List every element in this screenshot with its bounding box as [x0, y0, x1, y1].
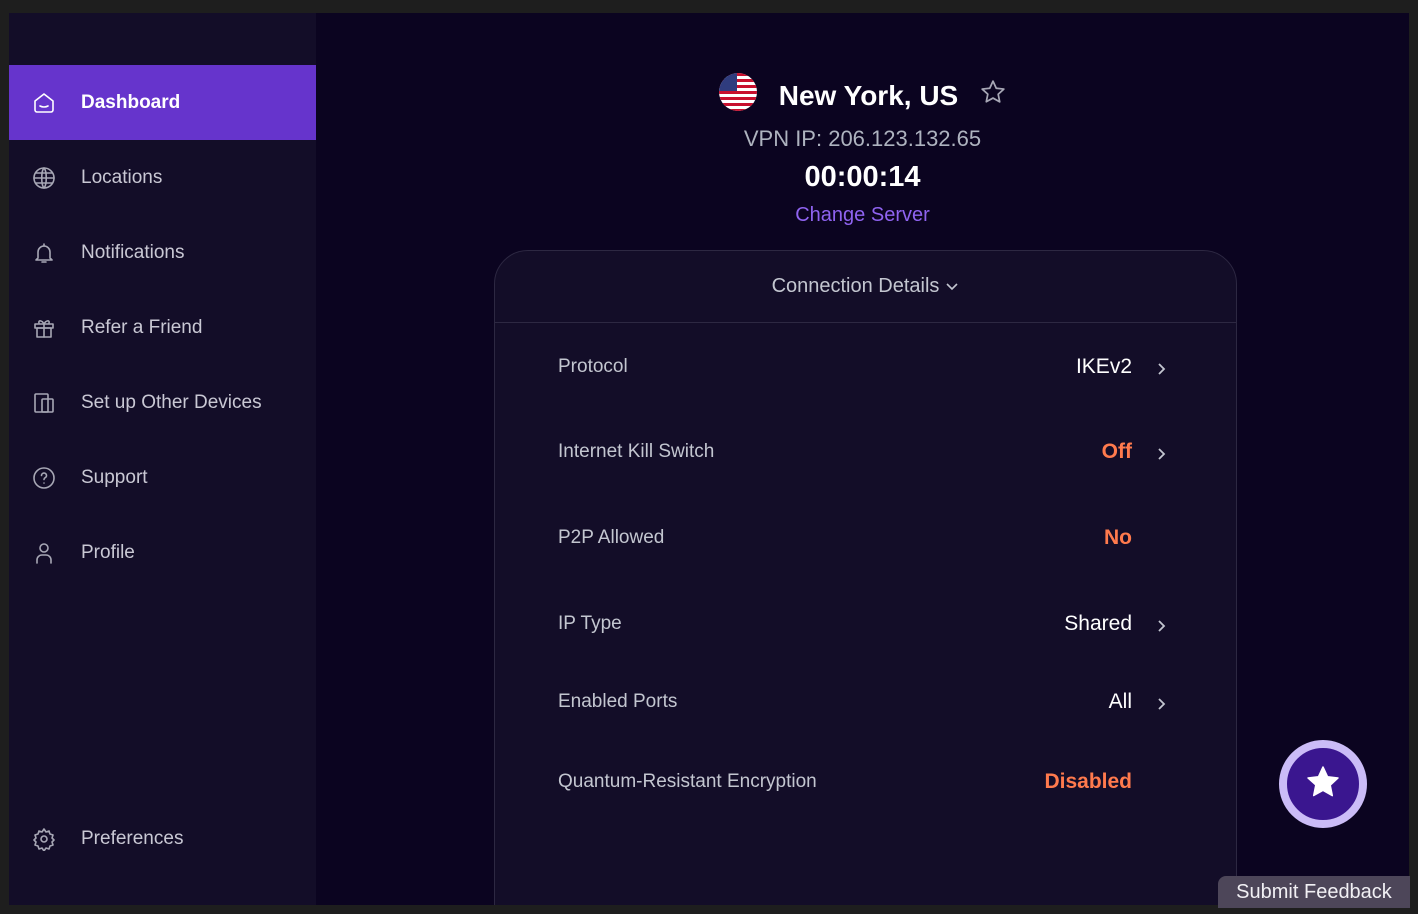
sidebar-item-locations[interactable]: Locations — [9, 140, 316, 215]
detail-value: All — [1108, 690, 1132, 713]
globe-icon — [31, 165, 57, 191]
star-icon — [1305, 764, 1341, 805]
detail-value: Off — [1101, 440, 1132, 463]
connection-details-toggle[interactable]: Connection Details — [495, 251, 1236, 323]
vpn-ip: VPN IP: 206.123.132.65 — [743, 126, 982, 151]
connection-details-title: Connection Details — [771, 275, 940, 297]
detail-label: P2P Allowed — [558, 527, 665, 548]
detail-value: Disabled — [1044, 770, 1132, 793]
detail-label: Enabled Ports — [558, 691, 678, 712]
devices-icon — [31, 390, 57, 416]
chevron-right-icon[interactable] — [1156, 360, 1168, 375]
detail-row-p2p-allowed: P2P Allowed No — [558, 526, 1168, 550]
detail-label: Quantum-Resistant Encryption — [558, 771, 817, 792]
detail-label: Internet Kill Switch — [558, 441, 715, 462]
user-icon — [31, 540, 57, 566]
rate-app-button[interactable] — [1279, 740, 1367, 828]
chevron-right-icon[interactable] — [1156, 617, 1168, 632]
detail-row-internet-kill-switch[interactable]: Internet Kill Switch Off — [558, 440, 1168, 464]
gear-icon — [31, 826, 57, 852]
sidebar-item-label: Locations — [81, 166, 163, 188]
submit-feedback-button[interactable]: Submit Feedback — [1218, 876, 1410, 908]
sidebar-item-label: Notifications — [81, 241, 185, 263]
sidebar: Dashboard Locations Notifications Refer … — [9, 13, 316, 905]
sidebar-item-set-up-other-devices[interactable]: Set up Other Devices — [9, 365, 316, 440]
gift-icon — [31, 315, 57, 341]
detail-row-protocol[interactable]: Protocol IKEv2 — [558, 355, 1168, 379]
bell-icon — [31, 240, 57, 266]
detail-value: Shared — [1064, 612, 1132, 635]
detail-label: Protocol — [558, 356, 628, 377]
sidebar-item-label: Refer a Friend — [81, 316, 203, 338]
sidebar-item-refer-a-friend[interactable]: Refer a Friend — [9, 290, 316, 365]
sidebar-item-preferences[interactable]: Preferences — [9, 801, 316, 876]
favorite-star-icon[interactable] — [980, 79, 1006, 112]
change-server-link[interactable]: Change Server — [316, 204, 1409, 227]
sidebar-item-label: Support — [81, 466, 148, 488]
detail-row-ip-type[interactable]: IP Type Shared — [558, 612, 1168, 636]
sidebar-item-label: Profile — [81, 541, 135, 563]
sidebar-item-support[interactable]: Support — [9, 440, 316, 515]
detail-value: No — [1104, 526, 1132, 549]
chevron-down-icon — [945, 275, 959, 298]
sidebar-item-label: Dashboard — [81, 91, 181, 113]
chevron-right-icon[interactable] — [1156, 695, 1168, 710]
sidebar-item-dashboard[interactable]: Dashboard — [9, 65, 316, 140]
detail-row-enabled-ports[interactable]: Enabled Ports All — [558, 690, 1168, 714]
connection-timer: 00:00:14 — [804, 161, 921, 193]
vpn-app-window: Dashboard Locations Notifications Refer … — [9, 13, 1409, 905]
server-location: New York, US — [778, 79, 959, 111]
detail-label: IP Type — [558, 613, 622, 634]
sidebar-item-label: Preferences — [81, 827, 184, 849]
detail-value: IKEv2 — [1075, 355, 1132, 378]
sidebar-item-notifications[interactable]: Notifications — [9, 215, 316, 290]
home-icon — [31, 90, 57, 116]
sidebar-item-label: Set up Other Devices — [81, 391, 262, 413]
chevron-right-icon[interactable] — [1156, 445, 1168, 460]
us-flag-icon — [718, 73, 757, 118]
connection-details-card: Connection Details Protocol IKEv2 Internet… — [494, 250, 1237, 905]
sidebar-item-profile[interactable]: Profile — [9, 515, 316, 590]
help-icon — [31, 465, 57, 491]
detail-row-quantum-resistant-encryption: Quantum-Resistant Encryption Disabled — [558, 770, 1168, 794]
